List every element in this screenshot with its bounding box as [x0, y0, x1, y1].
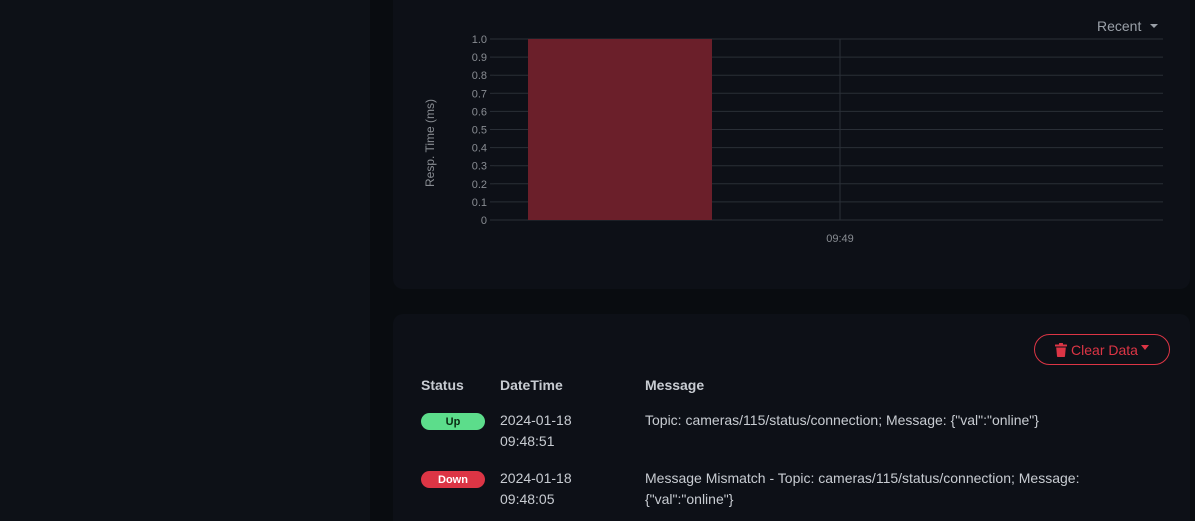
status-badge: Up — [421, 413, 485, 430]
event-date: 2024-01-18 — [500, 470, 572, 486]
y-tick-label: 1.0 — [472, 34, 487, 46]
y-tick-label: 0.3 — [472, 161, 487, 173]
y-tick-label: 0.5 — [472, 125, 487, 137]
y-tick-label: 0.8 — [472, 70, 487, 82]
x-axis-ticks: 09:49 — [826, 233, 854, 245]
chart-bars — [528, 39, 712, 220]
event-date: 2024-01-18 — [500, 412, 572, 428]
event-datetime: 2024-01-18 09:48:51 — [500, 410, 620, 452]
status-header: Status — [421, 377, 464, 393]
trash-icon — [1055, 342, 1068, 357]
status-badge: Down — [421, 471, 485, 488]
event-time: 09:48:51 — [500, 433, 555, 449]
datetime-header: DateTime — [500, 377, 563, 393]
chart-bar — [528, 39, 712, 220]
y-tick-label: 0.1 — [472, 197, 487, 209]
y-tick-label: 0.7 — [472, 88, 487, 100]
events-card: Clear Data Status DateTime Message Up 20… — [393, 314, 1190, 521]
sidebar — [0, 0, 370, 521]
message-header: Message — [645, 377, 705, 393]
y-tick-label: 0.9 — [472, 52, 487, 64]
y-axis-label: Resp. Time (ms) — [423, 99, 437, 187]
y-tick-label: 0 — [481, 215, 487, 227]
response-time-chart: 1.0 0.9 0.8 0.7 0.6 0.5 0.4 0.3 0.2 0.1 0 09:49 Re… — [423, 34, 1163, 245]
y-tick-label: 0.4 — [472, 143, 487, 155]
y-axis-ticks: 1.0 0.9 0.8 0.7 0.6 0.5 0.4 0.3 0.2 0.1 0 — [472, 34, 487, 227]
event-message: Topic: cameras/115/status/connection; Me… — [645, 412, 1039, 428]
y-tick-label: 0.6 — [472, 106, 487, 118]
y-tick-label: 0.2 — [472, 179, 487, 191]
dropdown-caret-icon — [1140, 345, 1149, 350]
main-content: Recent 1.0 0.9 0.8 0.7 0.6 0.5 0.4 0.3 0.2 0.1 0 0… — [370, 0, 1195, 521]
response-time-card: Recent 1.0 0.9 0.8 0.7 0.6 0.5 0.4 0.3 0.2 0.1 0 0… — [393, 0, 1190, 289]
event-datetime: 2024-01-18 09:48:05 — [500, 468, 620, 510]
x-tick-label: 09:49 — [826, 233, 854, 245]
event-message: Message Mismatch - Topic: cameras/115/st… — [645, 470, 1080, 507]
clear-data-label: Clear Data — [1071, 341, 1138, 358]
clear-data-button[interactable]: Clear Data — [1034, 334, 1170, 365]
event-time: 09:48:05 — [500, 491, 555, 507]
